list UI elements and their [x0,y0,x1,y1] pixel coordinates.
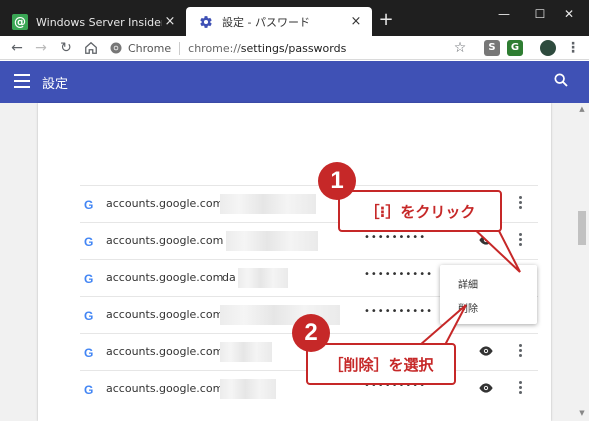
callout-step2-text: ［削除］を選択 [328,355,434,374]
callout-step2: ［削除］を選択 [306,343,456,385]
callout-step1: ［⁝］をクリック [338,190,502,232]
callout-step1-text: ［⁝］をクリック [364,202,476,221]
step2-badge: 2 [292,314,330,352]
step1-badge: 1 [318,162,356,200]
